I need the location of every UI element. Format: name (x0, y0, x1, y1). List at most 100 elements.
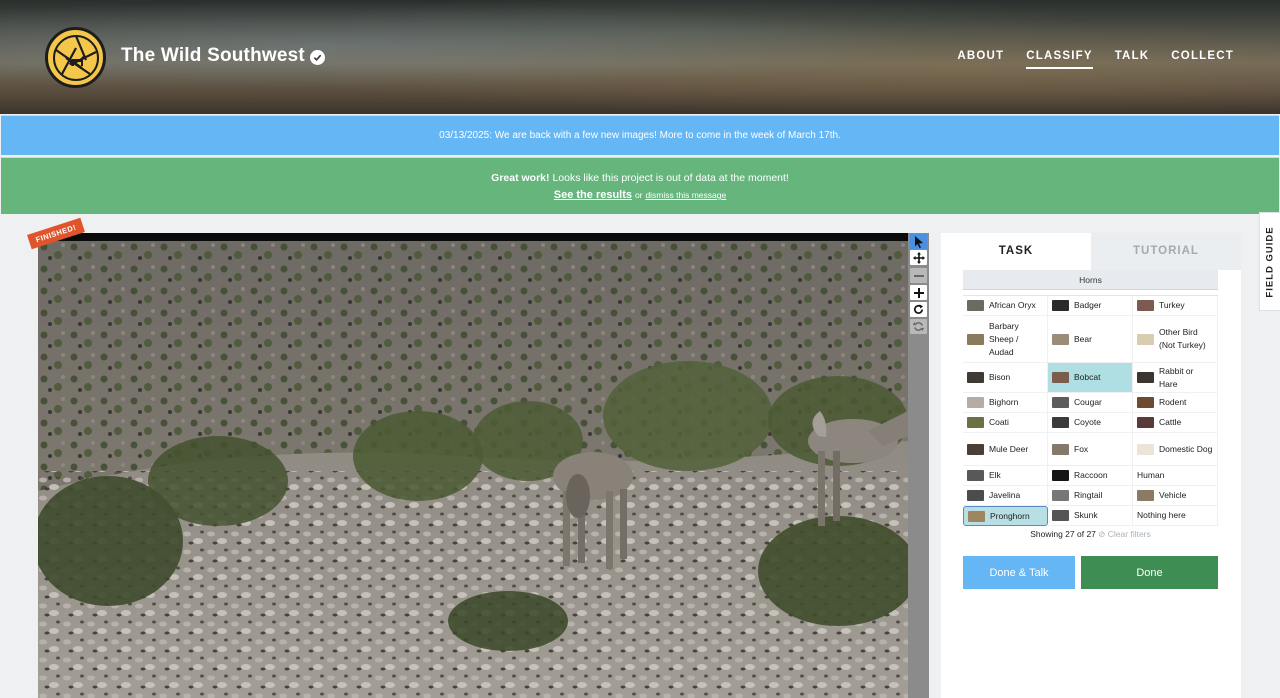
choice-thumbnail (968, 510, 985, 522)
choice-domestic-dog[interactable]: Domestic Dog (1133, 433, 1218, 466)
choice-label: Cougar (1074, 397, 1102, 407)
choice-label: Vehicle (1159, 490, 1187, 500)
choice-bighorn[interactable]: Bighorn (963, 393, 1048, 413)
choice-label: Mule Deer (989, 443, 1029, 454)
choice-label: Javelina (989, 490, 1021, 500)
choice-thumbnail (967, 443, 984, 455)
choice-label: Rabbit or Hare (1159, 365, 1194, 389)
choice-coyote[interactable]: Coyote (1048, 413, 1133, 433)
image-toolbar (908, 233, 929, 698)
choice-rabbit-or-hare[interactable]: Rabbit or Hare (1133, 363, 1218, 393)
move-icon[interactable] (910, 250, 927, 265)
pointer-icon[interactable] (910, 234, 927, 249)
choice-ringtail[interactable]: Ringtail (1048, 486, 1133, 506)
choice-thumbnail (1052, 372, 1069, 383)
zoom-out-icon[interactable] (910, 268, 927, 283)
tab-task[interactable]: TASK (941, 233, 1091, 270)
aperture-logo-icon (52, 34, 99, 81)
choice-label: Pronghorn (990, 510, 1030, 521)
choice-label: Human (1137, 470, 1165, 480)
choice-javelina[interactable]: Javelina (963, 486, 1048, 506)
choice-label: Bison (989, 372, 1011, 382)
choice-thumbnail (1137, 333, 1154, 345)
choice-label: Turkey (1159, 300, 1185, 310)
choice-nothing-here[interactable]: Nothing here (1133, 506, 1218, 526)
nav-collect[interactable]: COLLECT (1171, 50, 1234, 69)
choice-cattle[interactable]: Cattle (1133, 413, 1218, 433)
choice-pronghorn[interactable]: Pronghorn (963, 506, 1048, 526)
choice-thumbnail (1052, 470, 1069, 481)
clear-filters-link[interactable]: ⊘ Clear filters (1098, 529, 1150, 539)
choice-label: Domestic Dog (1159, 443, 1213, 454)
project-title[interactable]: The Wild Southwest (121, 45, 305, 67)
choice-cougar[interactable]: Cougar (1048, 393, 1133, 413)
done-button[interactable]: Done (1081, 556, 1218, 589)
choice-thumbnail (967, 300, 984, 311)
verified-check-icon (310, 50, 325, 65)
reset-icon[interactable] (910, 319, 927, 334)
choice-other-bird-not-turkey[interactable]: Other Bird (Not Turkey) (1133, 316, 1218, 363)
survey-choice-grid: African Oryx Badger Turkey Barbary Sheep / … (963, 295, 1218, 526)
choice-label: Nothing here (1137, 510, 1186, 520)
choice-label: Bighorn (989, 397, 1019, 407)
choice-bison[interactable]: Bison (963, 363, 1048, 393)
choice-thumbnail (1137, 300, 1154, 311)
great-work-label: Great work! (491, 172, 550, 184)
camera-trap-image[interactable] (38, 241, 908, 698)
choice-turkey[interactable]: Turkey (1133, 296, 1218, 316)
subject-top-strip (38, 233, 908, 241)
choice-thumbnail (967, 333, 984, 345)
choice-human[interactable]: Human (1133, 466, 1218, 486)
subject-viewer[interactable] (38, 233, 908, 698)
choice-label: Raccoon (1074, 470, 1108, 480)
active-filter-horns[interactable]: Horns (963, 270, 1218, 290)
choice-coati[interactable]: Coati (963, 413, 1048, 433)
nav-about[interactable]: ABOUT (957, 50, 1004, 69)
out-of-data-banner: Great work! Looks like this project is o… (1, 157, 1279, 214)
choice-thumbnail (967, 397, 984, 408)
choice-label: Bobcat (1074, 372, 1101, 382)
choice-rodent[interactable]: Rodent (1133, 393, 1218, 413)
choice-thumbnail (1052, 443, 1069, 455)
choice-bear[interactable]: Bear (1048, 316, 1133, 363)
choice-fox[interactable]: Fox (1048, 433, 1133, 466)
choice-thumbnail (1052, 510, 1069, 521)
choice-african-oryx[interactable]: African Oryx (963, 296, 1048, 316)
choice-thumbnail (1052, 490, 1069, 501)
rotate-icon[interactable] (910, 302, 927, 317)
tab-tutorial[interactable]: TUTORIAL (1091, 233, 1241, 270)
field-guide-tab[interactable]: FIELD GUIDE (1259, 212, 1280, 311)
choice-label: Rodent (1159, 397, 1187, 407)
choice-label: Fox (1074, 443, 1089, 454)
nav-talk[interactable]: TALK (1115, 50, 1150, 69)
choice-elk[interactable]: Elk (963, 466, 1048, 486)
zoom-in-icon[interactable] (910, 285, 927, 300)
done-and-talk-button[interactable]: Done & Talk (963, 556, 1075, 589)
choice-mule-deer[interactable]: Mule Deer (963, 433, 1048, 466)
choice-label: Other Bird (Not Turkey) (1159, 327, 1206, 350)
choice-thumbnail (1137, 397, 1154, 408)
choice-thumbnail (1137, 417, 1154, 428)
choice-skunk[interactable]: Skunk (1048, 506, 1133, 526)
field-guide-label: FIELD GUIDE (1264, 225, 1276, 298)
nav-classify[interactable]: CLASSIFY (1026, 50, 1093, 69)
dismiss-message-link[interactable]: dismiss this message (645, 190, 726, 200)
choice-label: Coati (989, 417, 1009, 427)
choice-thumbnail (1137, 490, 1154, 501)
see-results-link[interactable]: See the results (554, 189, 632, 201)
project-logo[interactable] (45, 27, 106, 88)
choice-thumbnail (1052, 417, 1069, 428)
choice-barbary-sheep-audad[interactable]: Barbary Sheep / Audad (963, 316, 1048, 363)
choice-thumbnail (967, 372, 984, 383)
choice-label: Barbary Sheep / Audad (989, 320, 1019, 357)
choice-label: Elk (989, 470, 1001, 480)
choice-bobcat[interactable]: Bobcat (1048, 363, 1133, 393)
choice-badger[interactable]: Badger (1048, 296, 1133, 316)
choice-vehicle[interactable]: Vehicle (1133, 486, 1218, 506)
choice-label: Bear (1074, 333, 1092, 344)
choice-label: Skunk (1074, 510, 1098, 520)
project-nav: ABOUT CLASSIFY TALK COLLECT (957, 50, 1234, 69)
choice-raccoon[interactable]: Raccoon (1048, 466, 1133, 486)
choice-label: Cattle (1159, 417, 1182, 427)
panel-tabs: TASK TUTORIAL (941, 233, 1241, 270)
